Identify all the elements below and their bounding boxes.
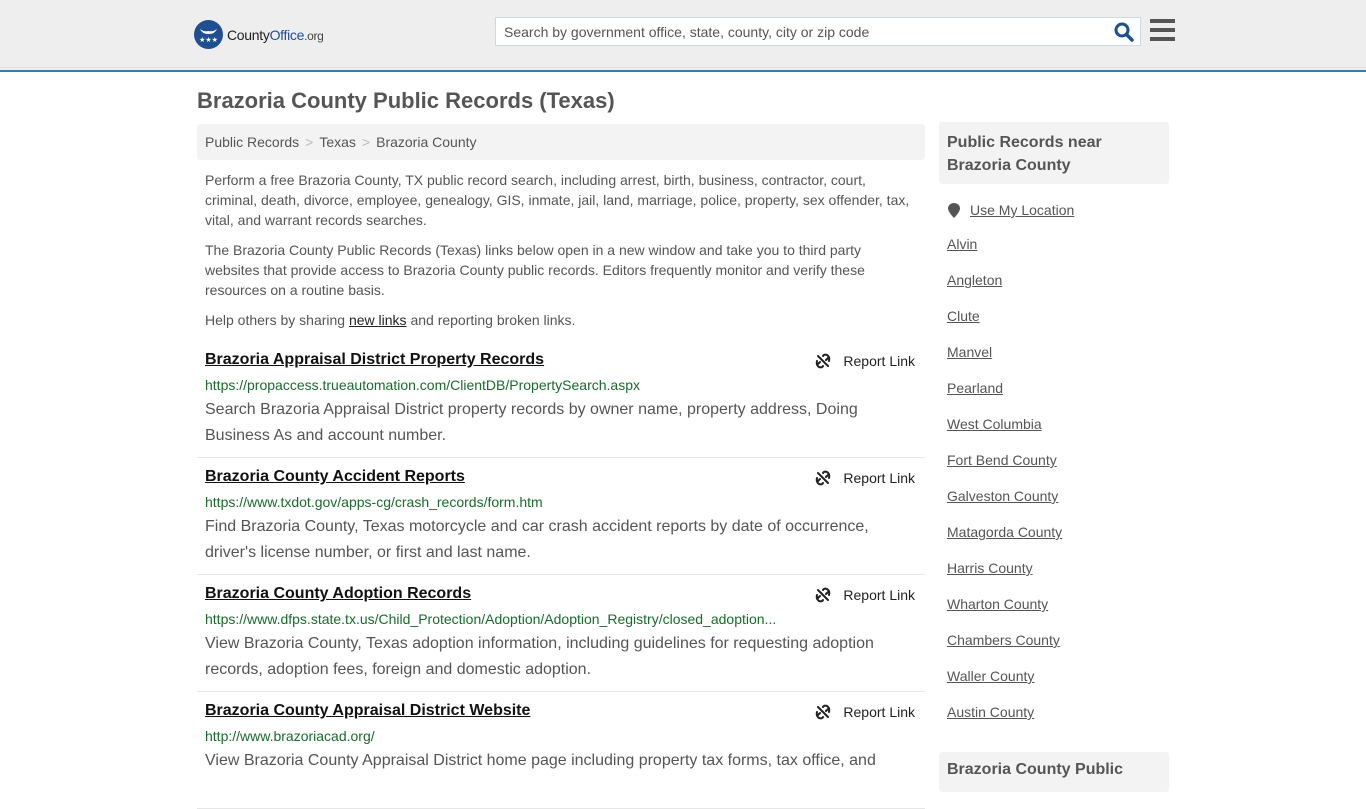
nearby-place-link[interactable]: Chambers County — [947, 632, 1060, 648]
record-title-link[interactable]: Brazoria County Appraisal District Websi… — [205, 702, 530, 721]
nearby-place-link[interactable]: Fort Bend County — [947, 452, 1057, 468]
report-link-button[interactable]: Report Link — [815, 587, 915, 603]
nearby-place-link[interactable]: Clute — [947, 308, 980, 324]
hamburger-menu-icon[interactable] — [1150, 19, 1175, 41]
record-description: View Brazoria County, Texas adoption inf… — [205, 635, 874, 678]
nearby-place-link[interactable]: Harris County — [947, 560, 1033, 576]
nearby-place-item: Galveston County — [939, 488, 1169, 524]
broken-link-icon — [816, 353, 831, 369]
search-box — [495, 17, 1141, 46]
breadcrumb-public-records[interactable]: Public Records — [205, 134, 299, 150]
breadcrumb-brazoria-county[interactable]: Brazoria County — [376, 134, 476, 150]
nearby-place-item: Harris County — [939, 560, 1169, 596]
nearby-place-item: Clute — [939, 308, 1169, 344]
nearby-place-item: Pearland — [939, 380, 1169, 416]
nearby-place-link[interactable]: Wharton County — [947, 596, 1048, 612]
record-item: Brazoria County Appraisal District Websi… — [197, 692, 925, 809]
nearby-place-item: Alvin — [939, 236, 1169, 272]
record-title-link[interactable]: Brazoria County Adoption Records — [205, 585, 471, 604]
site-header: ★★★ CountyOffice.org — [0, 0, 1366, 72]
nearby-place-item: Wharton County — [939, 596, 1169, 632]
nearby-place-link[interactable]: Austin County — [947, 704, 1034, 720]
intro-paragraph-3: Help others by sharing new links and rep… — [205, 312, 576, 328]
record-url: https://www.txdot.gov/apps-cg/crash_reco… — [205, 494, 543, 510]
intro-text: Perform a free Brazoria County, TX publi… — [205, 170, 917, 340]
page-title: Brazoria County Public Records (Texas) — [197, 88, 615, 113]
nearby-place-link[interactable]: Manvel — [947, 344, 992, 360]
breadcrumb: Public Records > Texas > Brazoria County — [197, 124, 925, 160]
search-icon[interactable] — [1114, 22, 1134, 42]
report-link-button[interactable]: Report Link — [815, 353, 915, 369]
nearby-place-link[interactable]: Pearland — [947, 380, 1003, 396]
intro-paragraph-2: The Brazoria County Public Records (Texa… — [205, 242, 865, 298]
record-url: https://propaccess.trueautomation.com/Cl… — [205, 377, 640, 393]
nearby-place-item: Austin County — [939, 704, 1169, 740]
record-item: Brazoria Appraisal District Property Rec… — [197, 341, 925, 458]
nearby-place-item: West Columbia — [939, 416, 1169, 452]
record-description: Find Brazoria County, Texas motorcycle a… — [205, 518, 869, 561]
new-links-link[interactable]: new links — [349, 312, 407, 328]
nearby-place-item: Angleton — [939, 272, 1169, 308]
record-title-link[interactable]: Brazoria Appraisal District Property Rec… — [205, 351, 544, 370]
nearby-place-item: Manvel — [939, 344, 1169, 380]
records-list: Brazoria Appraisal District Property Rec… — [197, 341, 925, 809]
nearby-place-link[interactable]: Alvin — [947, 236, 977, 252]
nearby-place-link[interactable]: West Columbia — [947, 416, 1042, 432]
nearby-place-link[interactable]: Waller County — [947, 668, 1034, 684]
breadcrumb-texas[interactable]: Texas — [319, 134, 356, 150]
breadcrumb-separator: > — [361, 134, 371, 150]
record-item: Brazoria County Adoption Records Report … — [197, 575, 925, 692]
nearby-place-link[interactable]: Matagorda County — [947, 524, 1062, 540]
record-item: Brazoria County Accident Reports Report … — [197, 458, 925, 575]
nearby-place-link[interactable]: Galveston County — [947, 488, 1058, 504]
sidebar-heading-2: Brazoria County Public — [939, 752, 1169, 792]
breadcrumb-separator: > — [305, 134, 314, 150]
logo-eagle-icon: ★★★ — [194, 20, 223, 49]
sidebar: Public Records near Brazoria County Use … — [939, 122, 1169, 740]
use-my-location-link[interactable]: Use My Location — [970, 202, 1074, 218]
nearby-place-link[interactable]: Angleton — [947, 272, 1002, 288]
nearby-place-item: Waller County — [939, 668, 1169, 704]
nearby-place-item: Fort Bend County — [939, 452, 1169, 488]
sidebar-heading: Public Records near Brazoria County — [939, 122, 1169, 184]
intro-paragraph-1: Perform a free Brazoria County, TX publi… — [205, 172, 910, 228]
report-link-button[interactable]: Report Link — [815, 470, 915, 486]
report-link-button[interactable]: Report Link — [815, 704, 915, 720]
record-description: Search Brazoria Appraisal District prope… — [205, 401, 858, 444]
nearby-places-list: Alvin Angleton Clute Manvel Pearland Wes… — [939, 236, 1169, 740]
svg-text:★★★: ★★★ — [199, 36, 218, 44]
use-my-location[interactable]: Use My Location — [948, 202, 1169, 218]
record-url: https://www.dfps.state.tx.us/Child_Prote… — [205, 611, 777, 627]
record-description: View Brazoria County Appraisal District … — [205, 752, 876, 769]
record-title-link[interactable]: Brazoria County Accident Reports — [205, 468, 465, 487]
logo-text: CountyOffice.org — [227, 26, 324, 43]
map-pin-icon — [948, 202, 960, 218]
search-input[interactable] — [496, 18, 1106, 45]
record-url: http://www.brazoriacad.org/ — [205, 728, 375, 744]
broken-link-icon — [816, 470, 831, 486]
nearby-place-item: Matagorda County — [939, 524, 1169, 560]
nearby-place-item: Chambers County — [939, 632, 1169, 668]
logo-link[interactable]: ★★★ CountyOffice.org — [194, 20, 324, 49]
broken-link-icon — [816, 704, 831, 720]
broken-link-icon — [816, 587, 831, 603]
